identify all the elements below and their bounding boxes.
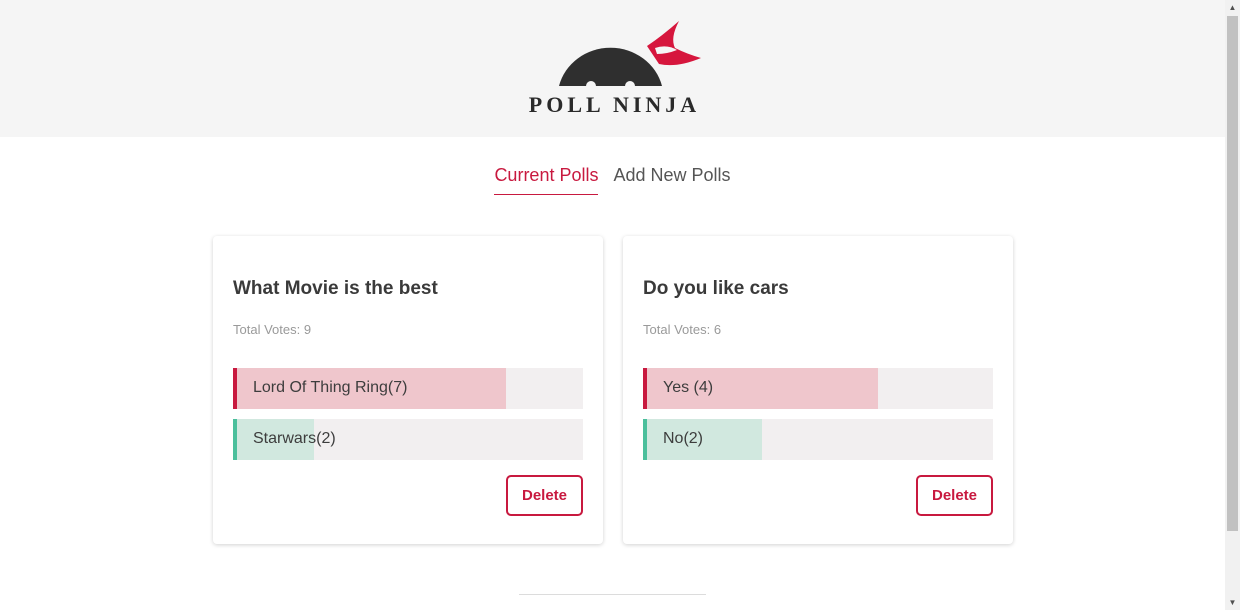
poll-option[interactable]: No(2) [643,419,993,460]
tab-current-polls[interactable]: Current Polls [494,163,599,195]
poll-card: Do you like cars Total Votes: 6 Yes (4) … [623,236,1013,544]
footer-divider [519,594,706,595]
scrollbar-thumb[interactable] [1227,16,1238,531]
option-label: Lord Of Thing Ring(7) [253,379,408,396]
option-label: No(2) [663,430,704,447]
logo-text: POLL NINJA [528,92,701,117]
scroll-down-arrow-icon[interactable]: ▼ [1225,595,1240,610]
vertical-scrollbar[interactable]: ▲ ▼ [1225,0,1240,610]
option-label: Yes (4) [663,379,714,396]
delete-button[interactable]: Delete [916,475,993,516]
poll-option[interactable]: Yes (4) [643,368,993,409]
poll-total-votes: Total Votes: 6 [643,322,722,337]
option-label: Starwars(2) [253,430,336,447]
app-logo[interactable]: POLL NINJA [527,16,707,118]
page: POLL NINJA Current Polls Add New Polls W… [0,0,1225,610]
poll-total-votes: Total Votes: 9 [233,322,312,337]
poll-option[interactable]: Starwars(2) [233,419,583,460]
tab-bar: Current Polls Add New Polls [0,163,1225,195]
poll-option[interactable]: Lord Of Thing Ring(7) [233,368,583,409]
poll-title: What Movie is the best [233,278,438,299]
scroll-up-arrow-icon[interactable]: ▲ [1225,0,1240,15]
tab-add-new-polls[interactable]: Add New Polls [613,163,730,195]
poll-card: What Movie is the best Total Votes: 9 Lo… [213,236,603,544]
header: POLL NINJA [0,0,1225,137]
poll-title: Do you like cars [643,278,789,299]
delete-button[interactable]: Delete [506,475,583,516]
ninja-logo-icon [559,21,701,91]
